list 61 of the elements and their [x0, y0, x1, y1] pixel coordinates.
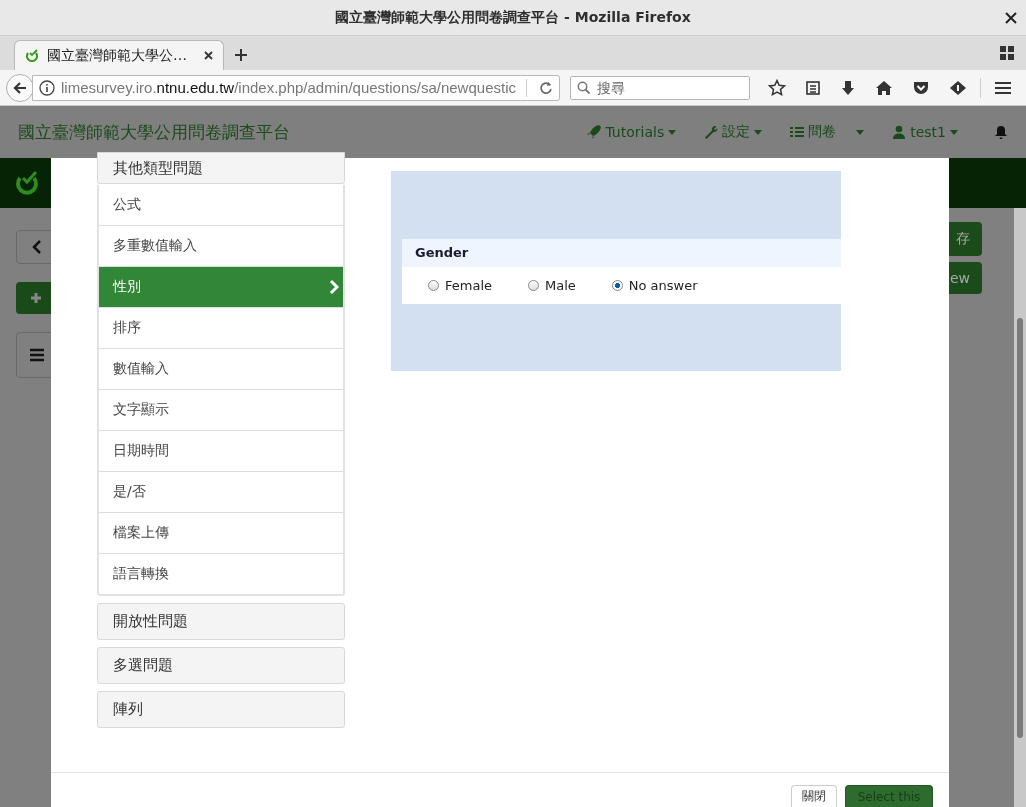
plus-icon [30, 292, 42, 304]
home-icon[interactable] [875, 79, 893, 96]
reading-list-icon[interactable] [805, 79, 821, 96]
option-label: No answer [628, 277, 698, 293]
new-tab-icon[interactable] [234, 48, 248, 62]
question-type-item[interactable]: 語言轉換 [99, 553, 343, 594]
address-field[interactable]: limesurvey.iro.ntnu.edu.tw/index.php/admin/questions/sa/newquestic [32, 74, 560, 101]
logo-icon [25, 48, 39, 63]
user-icon [892, 125, 907, 139]
option-label: Male [545, 277, 576, 293]
radio-button[interactable] [611, 279, 623, 291]
star-icon[interactable] [768, 78, 786, 97]
question-type-item[interactable]: 數值輸入 [99, 348, 343, 389]
logo-icon [14, 170, 40, 196]
caret-icon [856, 129, 865, 135]
category-header[interactable]: 陣列 [97, 691, 345, 728]
search-field[interactable]: 搜尋 [570, 75, 750, 100]
radio-button[interactable] [428, 279, 439, 291]
scrollbar[interactable] [1014, 208, 1026, 807]
back-icon[interactable] [6, 73, 34, 102]
bell-icon[interactable] [994, 124, 1008, 140]
caret-icon [754, 129, 763, 135]
caret-icon [668, 129, 677, 135]
nav-label: 問卷 [808, 123, 837, 141]
question-type-item[interactable]: 性別 [99, 266, 343, 307]
search-icon [577, 80, 591, 95]
tab-list-icon[interactable] [1000, 46, 1014, 60]
extension-icon[interactable] [949, 79, 967, 96]
browser-tab[interactable]: 國立臺灣師範大學公… [14, 40, 224, 70]
nav-label: 設定 [722, 123, 751, 141]
option-label: Female [445, 277, 492, 293]
download-icon[interactable] [840, 79, 856, 96]
pocket-icon[interactable] [912, 79, 930, 96]
nav-label: Tutorials [605, 124, 665, 140]
wrench-icon [704, 125, 719, 139]
close-icon[interactable] [204, 51, 213, 60]
reload-icon[interactable] [539, 80, 553, 95]
question-title: Gender [402, 238, 841, 267]
url-text: limesurvey.iro.ntnu.edu.tw/index.php/admin/questions/sa/newquestic [61, 79, 517, 96]
category-header[interactable]: 其他類型問題 [97, 152, 345, 184]
question-type-item[interactable]: 檔案上傳 [99, 512, 343, 553]
search-input[interactable]: 搜尋 [597, 79, 743, 96]
nav-label: test1 [910, 124, 946, 140]
window-title: 國立臺灣師範大學公用問卷調查平台 - Mozilla Firefox [334, 8, 692, 27]
list-icon [790, 125, 805, 139]
menu-icon [29, 348, 45, 362]
tab-title: 國立臺灣師範大學公… [47, 46, 188, 65]
question-type-item[interactable]: 是/否 [99, 471, 343, 512]
question-type-item[interactable]: 排序 [99, 307, 343, 348]
category-header[interactable]: 多選問題 [97, 647, 345, 684]
chevron-right-icon [329, 279, 339, 295]
question-type-item[interactable]: 日期時間 [99, 430, 343, 471]
question-type-item[interactable]: 公式 [99, 185, 343, 225]
question-type-item[interactable]: 文字顯示 [99, 389, 343, 430]
close-button[interactable]: 關閉 [791, 785, 837, 807]
caret-icon [950, 129, 958, 135]
menu-icon[interactable] [994, 79, 1012, 96]
category-header[interactable]: 開放性問題 [97, 603, 345, 640]
info-icon[interactable] [39, 79, 55, 96]
radio-button[interactable] [528, 279, 539, 291]
chevron-left-icon [32, 240, 42, 254]
